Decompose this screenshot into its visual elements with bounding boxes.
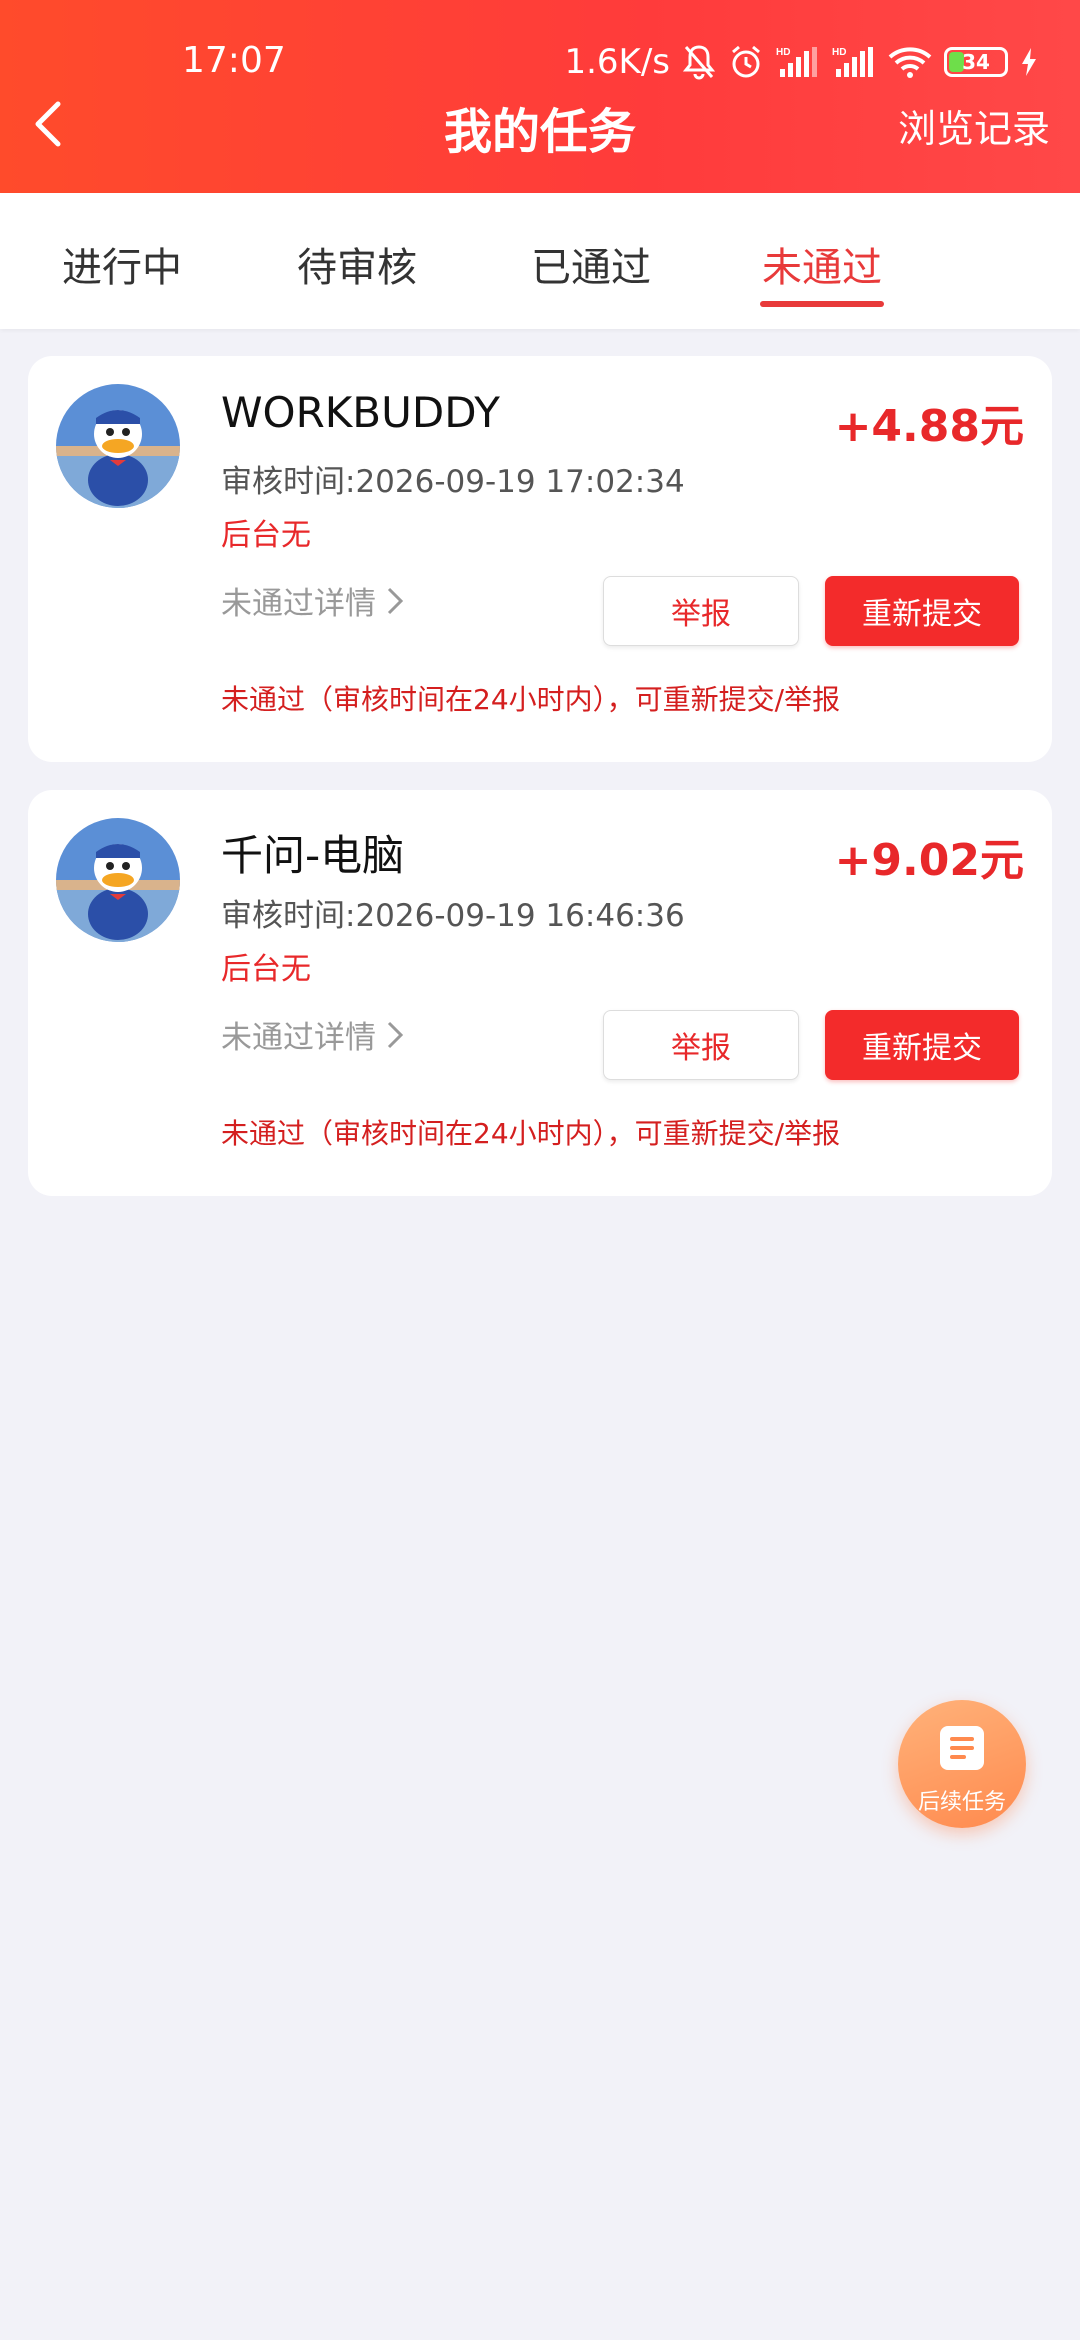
- active-tab-indicator: [760, 301, 884, 307]
- status-time: 17:07: [182, 40, 286, 81]
- task-status: 后台无: [221, 952, 311, 987]
- rejection-detail-label: 未通过详情: [221, 1020, 376, 1056]
- task-title: WORKBUDDY: [221, 388, 500, 437]
- resubmit-button[interactable]: 重新提交: [825, 576, 1019, 646]
- tab-rejected[interactable]: 未通过: [762, 235, 882, 293]
- tab-pending-review[interactable]: 待审核: [297, 235, 417, 293]
- report-button[interactable]: 举报: [603, 1010, 799, 1080]
- task-reward: +9.02元: [834, 835, 1024, 886]
- alarm-icon: [728, 44, 764, 80]
- avatar: [56, 818, 180, 942]
- review-time: 审核时间:2026-09-19 16:46:36: [221, 898, 685, 934]
- follow-up-tasks-label: 后续任务: [917, 1790, 1006, 1815]
- resubmit-button[interactable]: 重新提交: [825, 1010, 1019, 1080]
- follow-up-tasks-button[interactable]: 后续任务: [898, 1700, 1026, 1828]
- duck-mascot-icon: [56, 818, 180, 942]
- browse-history-link[interactable]: 浏览记录: [898, 98, 1050, 153]
- charging-icon: [1020, 47, 1038, 77]
- wifi-icon: [888, 45, 932, 79]
- rejection-note: 未通过（审核时间在24小时内），可重新提交/举报: [221, 1117, 841, 1150]
- report-button[interactable]: 举报: [603, 576, 799, 646]
- rejection-note: 未通过（审核时间在24小时内），可重新提交/举报: [221, 683, 841, 716]
- task-title: 千问-电脑: [221, 831, 405, 880]
- tab-approved[interactable]: 已通过: [531, 235, 651, 293]
- battery-level: 34: [962, 50, 990, 74]
- app-header: 17:07 1.6K/s HD HD 34 我的任务 浏览记录: [0, 0, 1080, 193]
- task-card: WORKBUDDY +4.88元 审核时间:2026-09-19 17:02:3…: [28, 356, 1052, 762]
- review-time: 审核时间:2026-09-19 17:02:34: [221, 464, 685, 500]
- signal-hd-icon-2: HD: [832, 45, 876, 79]
- task-reward: +4.88元: [834, 401, 1024, 452]
- chevron-right-icon: [387, 1021, 404, 1048]
- battery-icon: 34: [944, 47, 1008, 77]
- rejection-detail-link[interactable]: 未通过详情: [221, 578, 404, 623]
- svg-text:HD: HD: [776, 47, 790, 58]
- status-tabs: 进行中 待审核 已通过 未通过: [0, 193, 1080, 329]
- tab-in-progress[interactable]: 进行中: [62, 235, 182, 293]
- duck-mascot-icon: [56, 384, 180, 508]
- svg-text:HD: HD: [832, 47, 846, 58]
- avatar: [56, 384, 180, 508]
- task-list-icon: [940, 1726, 984, 1770]
- signal-hd-icon: HD: [776, 45, 820, 79]
- task-card: 千问-电脑 +9.02元 审核时间:2026-09-19 16:46:36 后台…: [28, 790, 1052, 1196]
- chevron-right-icon: [387, 587, 404, 614]
- task-status: 后台无: [221, 518, 311, 553]
- rejection-detail-label: 未通过详情: [221, 586, 376, 622]
- status-icons: 1.6K/s HD HD 34: [564, 36, 1038, 88]
- network-speed: 1.6K/s: [564, 42, 670, 82]
- bell-muted-icon: [682, 44, 716, 80]
- rejection-detail-link[interactable]: 未通过详情: [221, 1012, 404, 1057]
